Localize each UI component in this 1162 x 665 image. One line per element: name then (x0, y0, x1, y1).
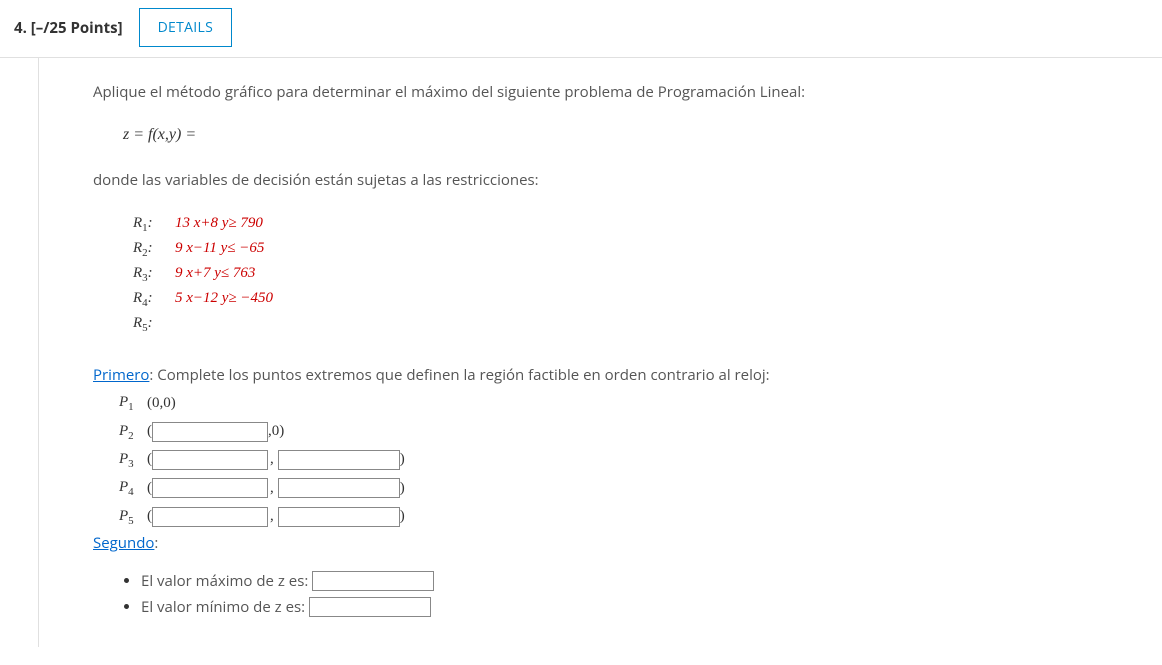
comma: , (268, 503, 278, 531)
constraint-label: R2: (133, 237, 161, 262)
constraint-label: R4: (133, 287, 161, 312)
min-value-input[interactable] (309, 597, 431, 617)
constraint-expression: 9 x+7 y≤ 763 (175, 262, 255, 287)
question-content: Aplique el método gráfico para determina… (38, 58, 1098, 647)
p2-label: P2 (119, 418, 147, 446)
p5-x-input[interactable] (152, 507, 268, 527)
p3-y-input[interactable] (278, 450, 400, 470)
constraints-block: R1: 13 x+8 y≥ 790 R2: 9 x−11 y≤ −65 R3: … (133, 212, 1098, 337)
problem-prompt: Aplique el método gráfico para determina… (93, 82, 1098, 102)
p3-x-input[interactable] (152, 450, 268, 470)
primero-label: Primero (93, 365, 149, 385)
close-paren: ) (400, 446, 405, 474)
p5-y-input[interactable] (278, 507, 400, 527)
question-number: 4. [–/25 Points] (14, 18, 123, 38)
results-list: El valor máximo de z es: El valor mínimo… (123, 571, 1098, 617)
constraint-expression: 13 x+8 y≥ 790 (175, 212, 263, 237)
p4-label: P4 (119, 474, 147, 502)
constraint-label: R3: (133, 262, 161, 287)
constraint-expression: 9 x−11 y≤ −65 (175, 237, 264, 262)
primero-rest: : Complete los puntos extremos que defin… (149, 365, 769, 385)
p5-label: P5 (119, 503, 147, 531)
close-paren: ) (400, 475, 405, 503)
p1-coords: (0,0) (147, 390, 176, 418)
p4-x-input[interactable] (152, 478, 268, 498)
extreme-points: P1 (0,0) P2 ( ,0) P3 ( , ) P4 ( , ) P5 ( (119, 389, 1098, 531)
point-p2: P2 ( ,0) (119, 418, 1098, 446)
objective-function: z = f(x,y) = (123, 126, 1098, 144)
constraint-label: R5: (133, 312, 161, 337)
qnum-points: [–/25 Points] (31, 18, 123, 38)
min-value-label: El valor mínimo de z es: (141, 597, 305, 617)
max-value-item: El valor máximo de z es: (141, 571, 1098, 591)
segundo-colon: : (154, 533, 158, 553)
decision-variables-text: donde las variables de decisión están su… (93, 170, 1098, 190)
p3-label: P3 (119, 446, 147, 474)
p2-x-input[interactable] (152, 422, 268, 442)
constraint-expression: 5 x−12 y≥ −450 (175, 287, 273, 312)
comma: , (268, 475, 278, 503)
point-p1: P1 (0,0) (119, 389, 1098, 417)
primero-heading: Primero: Complete los puntos extremos qu… (93, 365, 1098, 385)
close-paren: ) (400, 503, 405, 531)
max-value-input[interactable] (312, 571, 434, 591)
point-p3: P3 ( , ) (119, 446, 1098, 474)
p1-label: P1 (119, 389, 147, 417)
comma: , (268, 446, 278, 474)
constraint-row: R5: (133, 312, 1098, 337)
qnum-digit: 4. (14, 18, 27, 38)
constraint-row: R3: 9 x+7 y≤ 763 (133, 262, 1098, 287)
min-value-item: El valor mínimo de z es: (141, 597, 1098, 617)
point-p4: P4 ( , ) (119, 474, 1098, 502)
point-p5: P5 ( , ) (119, 503, 1098, 531)
constraint-row: R4: 5 x−12 y≥ −450 (133, 287, 1098, 312)
segundo-heading: Segundo (93, 533, 154, 553)
question-header: 4. [–/25 Points] DETAILS (0, 0, 1162, 58)
constraint-row: R1: 13 x+8 y≥ 790 (133, 212, 1098, 237)
details-button[interactable]: DETAILS (139, 8, 233, 47)
constraint-row: R2: 9 x−11 y≤ −65 (133, 237, 1098, 262)
p2-suffix: ,0) (268, 418, 284, 446)
constraint-label: R1: (133, 212, 161, 237)
max-value-label: El valor máximo de z es: (141, 571, 308, 591)
p4-y-input[interactable] (278, 478, 400, 498)
